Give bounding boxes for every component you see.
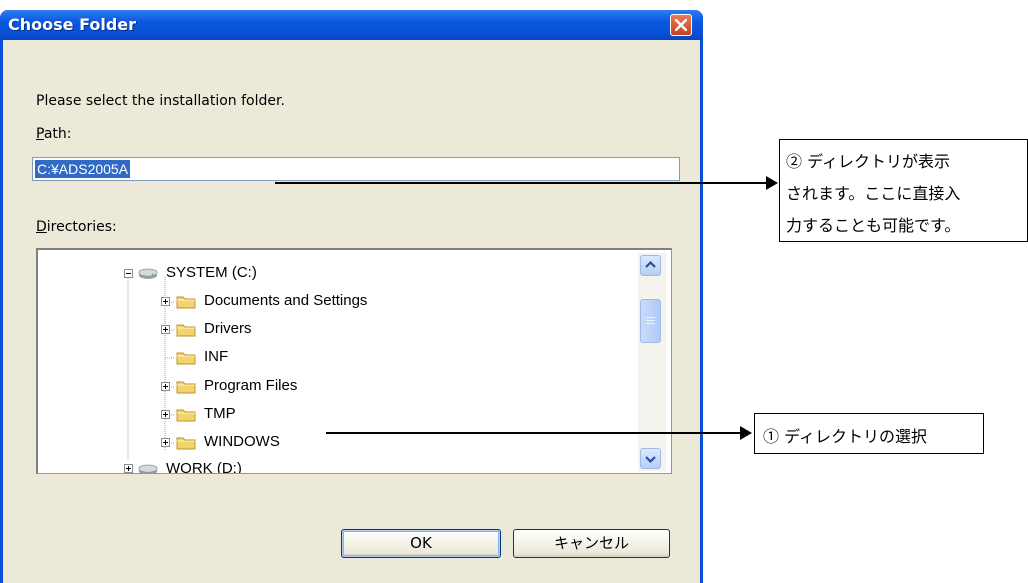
callout-path-line-3: 力することも可能です。 xyxy=(786,216,961,235)
callout-directory-text: ① ディレクトリの選択 xyxy=(763,427,927,446)
callout-path-line-2: されます。ここに直接入 xyxy=(786,184,961,203)
annotation-arrows xyxy=(275,176,778,440)
callout-path-line-1: ② ディレクトリが表示 xyxy=(786,152,950,171)
callout-path-note: ② ディレクトリが表示 されます。ここに直接入 力することも可能です。 xyxy=(779,139,1028,242)
callout-directory-note: ① ディレクトリの選択 xyxy=(754,413,984,454)
